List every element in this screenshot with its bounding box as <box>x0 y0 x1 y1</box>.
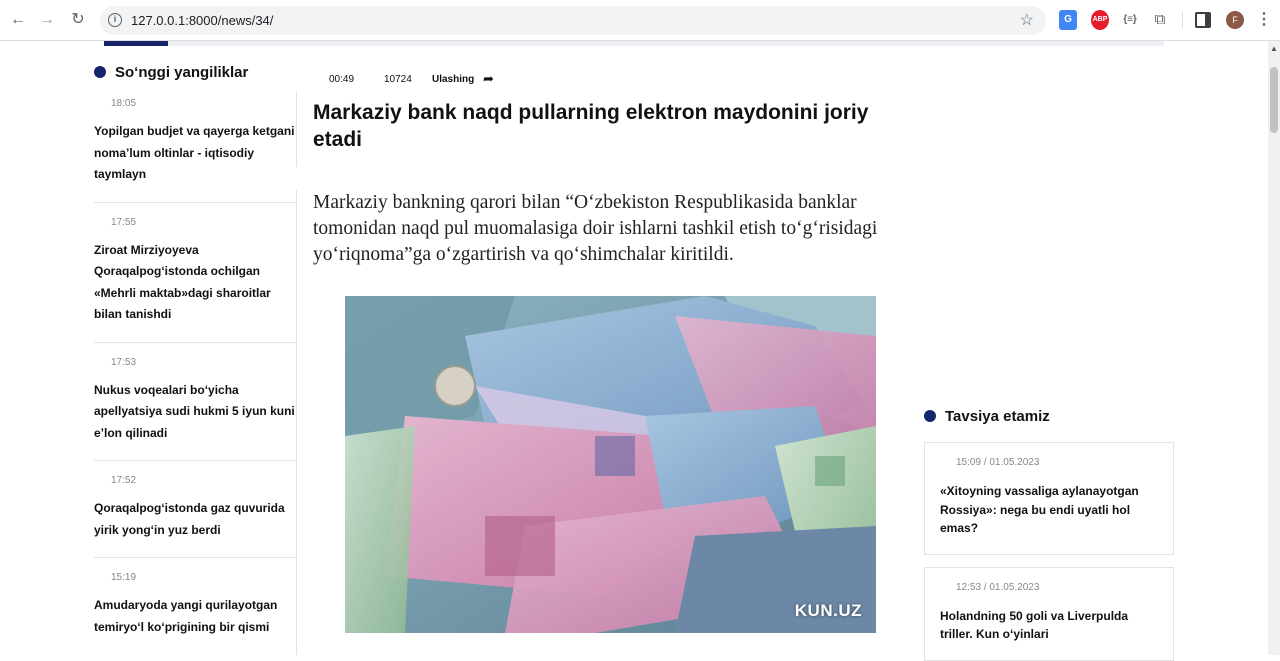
bookmark-star-icon[interactable]: ☆ <box>1020 10 1034 30</box>
adblock-icon[interactable]: ABP <box>1091 10 1109 30</box>
browser-toolbar: ← → ↻ i 127.0.0.1:8000/news/34/ ☆ G ABP … <box>0 0 1280 41</box>
recommend-time: 12:53 / 01.05.2023 <box>956 581 1040 593</box>
news-title-link[interactable]: Nukus voqealari bo‘yicha apellyatsiya su… <box>94 380 296 445</box>
column-divider <box>296 92 297 167</box>
share-icon[interactable]: ➦ <box>483 71 494 87</box>
scroll-thumb[interactable] <box>1270 67 1278 133</box>
latest-news-column: So‘nggi yangiliklar 18:05 Yopilgan budje… <box>94 60 296 654</box>
list-item[interactable]: 18:05 Yopilgan budjet va qayerga ketgani… <box>94 98 296 203</box>
recommend-heading-text: Tavsiya etamiz <box>945 407 1050 425</box>
column-divider <box>296 190 297 655</box>
address-bar[interactable]: i 127.0.0.1:8000/news/34/ ☆ <box>100 6 1046 35</box>
recommend-card[interactable]: 12:53 / 01.05.2023 Holandning 50 goli va… <box>924 566 1174 661</box>
kun-logo: KUN.UZ <box>794 601 862 620</box>
recommend-card[interactable]: 15:09 / 01.05.2023 «Xitoyning vassaliga … <box>924 442 1174 555</box>
page-scrollbar[interactable]: ▲ <box>1268 41 1280 655</box>
list-item[interactable]: 17:55 Ziroat Mirziyoyeva Qoraqalpog‘isto… <box>94 217 296 343</box>
top-strip <box>104 41 1164 46</box>
json-icon[interactable]: {≡} <box>1120 10 1140 30</box>
puzzle-icon[interactable]: ⧉ <box>1150 10 1170 30</box>
article-title: Markaziy bank naqd pullarning elektron m… <box>313 101 869 151</box>
news-time: 17:55 <box>111 216 137 228</box>
news-title-link[interactable]: Yopilgan budjet va qayerga ketgani noma’… <box>94 121 296 186</box>
latest-news-heading: So‘nggi yangiliklar <box>94 60 296 84</box>
article-lead: Markaziy bankning qarori bilan “O‘zbekis… <box>313 192 878 265</box>
recommend-time: 15:09 / 01.05.2023 <box>956 457 1040 468</box>
toolbar-divider <box>1182 12 1183 28</box>
news-time: 18:05 <box>111 98 137 109</box>
avatar[interactable]: F <box>1226 11 1244 29</box>
bullet-dot <box>94 66 106 78</box>
news-title-link[interactable]: Qoraqalpog‘istonda gaz quvurida yirik yo… <box>94 498 296 541</box>
recommend-column: Tavsiya etamiz 15:09 / 01.05.2023 «Xitoy… <box>924 404 1174 661</box>
news-time: 15:19 <box>111 572 137 583</box>
url-text[interactable]: 127.0.0.1:8000/news/34/ <box>131 13 273 28</box>
reload-icon[interactable]: ↻ <box>67 9 89 31</box>
news-title-link[interactable]: Ziroat Mirziyoyeva Qoraqalpog‘istonda oc… <box>94 240 296 326</box>
article-image: KUN.UZ <box>345 296 876 633</box>
banknotes-illustration <box>345 296 876 633</box>
menu-icon[interactable]: ⋮ <box>1256 10 1272 30</box>
latest-news-heading-text: So‘nggi yangiliklar <box>115 63 249 81</box>
back-icon[interactable]: ← <box>7 9 29 31</box>
forward-icon[interactable]: → <box>36 9 58 31</box>
recommend-title-link[interactable]: Holandning 50 goli va Liverpulda triller… <box>940 607 1159 644</box>
recommend-heading: Tavsiya etamiz <box>924 404 1174 428</box>
news-time: 17:53 <box>111 356 137 368</box>
list-item[interactable]: 17:52 Qoraqalpog‘istonda gaz quvurida yi… <box>94 475 296 558</box>
recommend-title-link[interactable]: «Xitoyning vassaliga aylanayotgan Rossiy… <box>940 482 1159 538</box>
news-time: 17:52 <box>111 475 137 486</box>
list-item[interactable]: 15:19 Amudaryoda yangi qurilayotgan temi… <box>94 572 296 654</box>
top-strip-accent <box>104 41 168 46</box>
share-button[interactable]: Ulashing <box>432 74 474 85</box>
list-item[interactable]: 17:53 Nukus voqealari bo‘yicha apellyats… <box>94 356 296 461</box>
side-panel-icon[interactable] <box>1195 12 1211 28</box>
site-info-icon[interactable]: i <box>108 13 122 27</box>
article-views: 10724 <box>384 74 412 85</box>
bullet-dot <box>924 410 936 422</box>
article-time: 00:49 <box>329 74 355 85</box>
scroll-up-icon[interactable]: ▲ <box>1270 44 1278 53</box>
news-title-link[interactable]: Amudaryoda yangi qurilayotgan temiryo‘l … <box>94 595 296 638</box>
translate-icon[interactable]: G <box>1059 10 1077 30</box>
